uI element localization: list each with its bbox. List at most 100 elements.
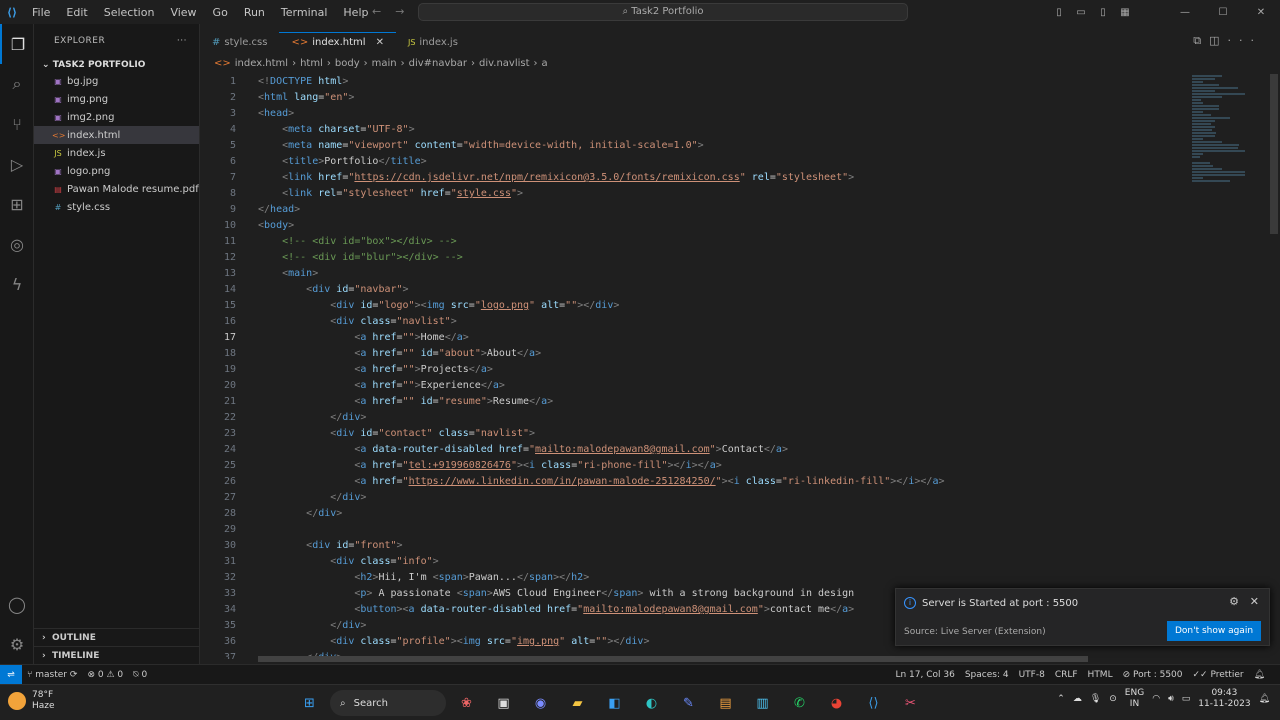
file-item[interactable]: ▤ Pawan Malode resume.pdf — [34, 180, 199, 198]
tab-index-js[interactable]: JS index.js — [395, 32, 470, 52]
clock[interactable]: 09:43 11-11-2023 — [1198, 688, 1250, 710]
encoding[interactable]: UTF-8 — [1014, 670, 1050, 680]
split-editor-icon[interactable]: ◫ — [1209, 34, 1227, 47]
timeline-section[interactable]: › TIMELINE — [34, 646, 200, 664]
toggle-sidebar-icon[interactable]: ▯ — [1048, 7, 1070, 18]
language-indicator[interactable]: ENG IN — [1125, 688, 1144, 710]
open-preview-icon[interactable]: ⧉ — [1193, 34, 1209, 47]
pen-app-icon[interactable]: ✎ — [672, 689, 705, 717]
file-item[interactable]: ▣ img.png — [34, 90, 199, 108]
task-view-icon[interactable]: ▣ — [487, 689, 520, 717]
customize-layout-icon[interactable]: ▦ — [1114, 7, 1136, 18]
run-debug-icon[interactable]: ▷ — [0, 144, 34, 184]
file-item[interactable]: <> index.html — [34, 126, 199, 144]
breadcrumb-item[interactable]: body — [335, 58, 360, 74]
weather-widget[interactable]: 78°F Haze — [8, 690, 55, 712]
close-icon[interactable]: ✕ — [1250, 595, 1259, 608]
battery-icon[interactable]: ▭ — [1182, 694, 1191, 704]
indentation[interactable]: Spaces: 4 — [960, 670, 1014, 680]
whatsapp-icon[interactable]: ✆ — [783, 689, 816, 717]
tab-style-css[interactable]: # style.css — [200, 32, 280, 52]
toggle-panel-icon[interactable]: ▭ — [1070, 7, 1092, 18]
notifications-bell-icon[interactable]: 🔔︎ — [1249, 670, 1270, 680]
menu-file[interactable]: File — [24, 6, 58, 19]
vscode-taskbar-icon[interactable]: ⟨⟩ — [857, 689, 890, 717]
wifi-icon[interactable]: ◠ — [1152, 694, 1160, 704]
chrome-icon[interactable]: ◕ — [820, 689, 853, 717]
more-actions-icon[interactable]: ··· — [1228, 34, 1263, 47]
breadcrumb-item[interactable]: div#navbar — [409, 58, 467, 74]
branch-status[interactable]: ⑂ master ⟳ — [22, 670, 82, 680]
menu-run[interactable]: Run — [236, 6, 273, 19]
code-editor[interactable]: 1 <!DOCTYPE html> 2 <html lang="en"> 3 <hea… — [200, 74, 1190, 659]
taskbar-search[interactable]: ⌕ Search — [330, 690, 446, 716]
vertical-scrollbar[interactable] — [1270, 74, 1278, 234]
gear-icon[interactable]: ⚙ — [1229, 595, 1239, 608]
menu-help[interactable]: Help — [335, 6, 376, 19]
widgets-icon[interactable]: ❀ — [450, 689, 483, 717]
end-of-line[interactable]: CRLF — [1050, 670, 1083, 680]
toggle-secondary-sidebar-icon[interactable]: ▯ — [1092, 7, 1114, 18]
account-icon[interactable]: ◯ — [0, 584, 34, 624]
file-item[interactable]: ▣ img2.png — [34, 108, 199, 126]
minimap-line — [1192, 126, 1215, 128]
prettier-status[interactable]: ✓✓ Prettier — [1188, 670, 1249, 680]
snipping-tool-icon[interactable]: ✂ — [894, 689, 927, 717]
cloud-icon[interactable]: ☁ — [1073, 694, 1082, 704]
file-item[interactable]: ▣ logo.png — [34, 162, 199, 180]
maximize-icon[interactable]: ☐ — [1204, 7, 1242, 18]
copilot-icon[interactable]: ◉ — [524, 689, 557, 717]
minimap[interactable] — [1192, 74, 1268, 224]
menu-go[interactable]: Go — [205, 6, 236, 19]
thunder-client-icon[interactable]: ϟ — [0, 264, 34, 304]
store-icon[interactable]: ◧ — [598, 689, 631, 717]
microphone-icon[interactable]: 🎙︎ — [1090, 694, 1101, 704]
menu-edit[interactable]: Edit — [58, 6, 95, 19]
problems-status[interactable]: ⊗ 0 ⚠ 0 — [82, 670, 128, 680]
menu-view[interactable]: View — [162, 6, 204, 19]
breadcrumb-item[interactable]: a — [542, 58, 548, 74]
tab-label: index.html — [312, 37, 366, 48]
language-mode[interactable]: HTML — [1083, 670, 1118, 680]
source-control-icon[interactable]: ⑂ — [0, 104, 34, 144]
breadcrumb-item[interactable]: div.navlist — [479, 58, 530, 74]
app-badge-icon[interactable]: ▤ — [709, 689, 742, 717]
image-file-icon: ▣ — [54, 112, 62, 122]
notification-bell-icon[interactable]: 🔔︎ — [1259, 694, 1270, 704]
tray-chevron-up-icon[interactable]: ⌃ — [1057, 694, 1065, 704]
close-icon[interactable]: ✕ — [376, 37, 384, 48]
edge-devtools-icon[interactable]: ◎ — [0, 224, 34, 264]
cursor-position[interactable]: Ln 17, Col 36 — [890, 670, 959, 680]
breadcrumb-item[interactable]: html — [300, 58, 323, 74]
close-window-icon[interactable]: ✕ — [1242, 7, 1280, 18]
command-center[interactable]: ⌕ Task2 Portfolio — [418, 3, 908, 21]
outline-section[interactable]: › OUTLINE — [34, 628, 200, 646]
back-forward-arrows-icon[interactable]: ←→ — [372, 5, 418, 18]
live-server-status[interactable]: ⊘ Port : 5500 — [1118, 670, 1188, 680]
minimize-icon[interactable]: — — [1166, 7, 1204, 18]
search-view-icon[interactable]: ⌕ — [0, 64, 34, 104]
horizontal-scrollbar[interactable] — [258, 656, 1088, 662]
breadcrumb-item[interactable]: main — [372, 58, 397, 74]
settings-gear-icon[interactable]: ⚙ — [0, 624, 34, 664]
windows-start-icon[interactable]: ⊞ — [293, 689, 326, 717]
notepad-icon[interactable]: ▥ — [746, 689, 779, 717]
workspace-folder[interactable]: ⌄ TASK2 PORTFOLIO — [34, 58, 199, 72]
more-actions-icon[interactable]: ··· — [177, 36, 187, 46]
dont-show-again-button[interactable]: Don't show again — [1167, 621, 1261, 641]
file-item[interactable]: ▣ bg.jpg — [34, 72, 199, 90]
remote-indicator-icon[interactable]: ⇌ — [0, 664, 22, 685]
file-item[interactable]: JS index.js — [34, 144, 199, 162]
location-icon[interactable]: ⊙ — [1109, 694, 1117, 704]
menu-terminal[interactable]: Terminal — [273, 6, 336, 19]
file-item[interactable]: # style.css — [34, 198, 199, 216]
edge-browser-icon[interactable]: ◐ — [635, 689, 668, 717]
menu-selection[interactable]: Selection — [96, 6, 163, 19]
tab-index-html[interactable]: <> index.html ✕ — [279, 32, 396, 52]
ports-status[interactable]: ⍉ 0 — [128, 670, 152, 680]
breadcrumb-item[interactable]: index.html — [235, 58, 288, 74]
explorer-icon[interactable]: ❐ — [0, 24, 34, 64]
volume-icon[interactable]: 🔊︎ — [1168, 694, 1174, 704]
extensions-icon[interactable]: ⊞ — [0, 184, 34, 224]
file-explorer-icon[interactable]: ▰ — [561, 689, 594, 717]
